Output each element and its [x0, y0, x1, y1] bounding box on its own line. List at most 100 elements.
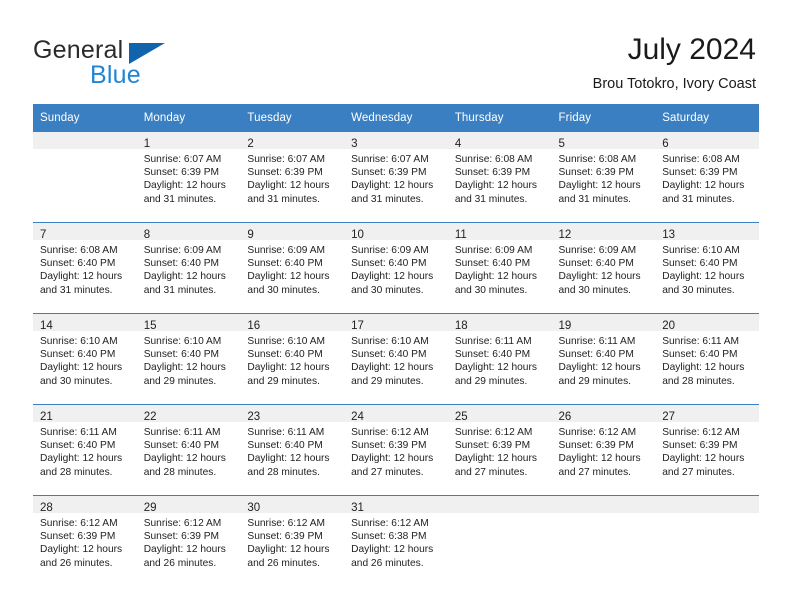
calendar-day-cell[interactable]: 13 Sunrise: 6:10 AM Sunset: 6:40 PM Dayligh…: [655, 222, 759, 314]
calendar-day-cell[interactable]: 27 Sunrise: 6:12 AM Sunset: 6:39 PM Dayligh…: [655, 404, 759, 496]
daylight-text-line2: and 26 minutes.: [40, 557, 113, 569]
day-number: 29: [143, 502, 157, 514]
calendar-day-cell[interactable]: 31 Sunrise: 6:12 AM Sunset: 6:38 PM Dayligh…: [344, 495, 448, 586]
daylight-text-line2: and 28 minutes.: [143, 466, 217, 478]
sunset-text: Sunset: 6:38 PM: [351, 531, 427, 543]
page-header: General Blue July 2024 Brou Totokro, Ivo…: [0, 0, 792, 104]
daylight-text-line1: Daylight: 12 hours: [351, 362, 434, 374]
day-number-band: 3: [344, 132, 448, 150]
day-number-band: 30: [240, 496, 345, 514]
daylight-text-line2: and 29 minutes.: [247, 375, 320, 387]
day-number: 26: [558, 411, 572, 423]
sunrise-text: Sunrise: 6:08 AM: [40, 245, 118, 256]
calendar-day-cell[interactable]: 30 Sunrise: 6:12 AM Sunset: 6:39 PM Dayligh…: [240, 495, 345, 586]
sunset-text: Sunset: 6:40 PM: [558, 258, 634, 270]
sunrise-text: Sunrise: 6:11 AM: [454, 336, 532, 347]
daylight-text-line1: Daylight: 12 hours: [247, 362, 330, 374]
calendar-day-cell[interactable]: 17 Sunrise: 6:10 AM Sunset: 6:40 PM Dayligh…: [344, 313, 448, 405]
daylight-text-line2: and 27 minutes.: [558, 466, 632, 478]
day-number-band: 27: [655, 405, 759, 423]
day-detail: Sunrise: 6:11 AM Sunset: 6:40 PM Daylight:…: [137, 422, 241, 479]
calendar-page: General Blue July 2024 Brou Totokro, Ivo…: [0, 0, 792, 612]
calendar-day-cell[interactable]: 2 Sunrise: 6:07 AM Sunset: 6:39 PM Daylight…: [240, 132, 345, 223]
day-number: 14: [40, 320, 53, 332]
daylight-text-line1: Daylight: 12 hours: [143, 271, 226, 283]
calendar-day-cell[interactable]: 21 Sunrise: 6:11 AM Sunset: 6:40 PM Dayligh…: [33, 404, 137, 496]
day-number: 15: [143, 320, 157, 332]
day-detail: Sunrise: 6:10 AM Sunset: 6:40 PM Daylight:…: [344, 331, 448, 388]
calendar-day-cell[interactable]: 18 Sunrise: 6:11 AM Sunset: 6:40 PM Dayligh…: [447, 313, 552, 405]
calendar-day-cell[interactable]: 19 Sunrise: 6:11 AM Sunset: 6:40 PM Dayligh…: [551, 313, 656, 405]
calendar-day-cell[interactable]: 4 Sunrise: 6:08 AM Sunset: 6:39 PM Daylight…: [447, 132, 552, 223]
sunrise-text: Sunrise: 6:12 AM: [247, 518, 325, 529]
day-detail: Sunrise: 6:10 AM Sunset: 6:40 PM Daylight:…: [137, 331, 241, 388]
daylight-text-line2: and 28 minutes.: [40, 466, 113, 478]
sunrise-text: Sunrise: 6:12 AM: [351, 427, 429, 438]
sunrise-text: Sunrise: 6:11 AM: [247, 427, 325, 438]
calendar-day-cell[interactable]: 20 Sunrise: 6:11 AM Sunset: 6:40 PM Dayligh…: [655, 313, 759, 405]
day-detail: Sunrise: 6:11 AM Sunset: 6:40 PM Daylight:…: [240, 422, 344, 479]
day-number: 1: [143, 138, 151, 150]
calendar-day-cell[interactable]: 22 Sunrise: 6:11 AM Sunset: 6:40 PM Dayligh…: [136, 404, 241, 496]
general-blue-logo[interactable]: General Blue: [33, 36, 253, 89]
day-number-band: 17: [344, 314, 448, 332]
sunset-text: Sunset: 6:40 PM: [143, 440, 220, 452]
title-block: July 2024 Brou Totokro, Ivory Coast: [593, 32, 756, 93]
sunrise-text: Sunrise: 6:10 AM: [143, 336, 222, 347]
day-number-band: 9: [240, 223, 345, 241]
calendar-day-cell[interactable]: 15 Sunrise: 6:10 AM Sunset: 6:40 PM Dayligh…: [136, 313, 241, 405]
calendar-day-cell[interactable]: 10 Sunrise: 6:09 AM Sunset: 6:40 PM Dayligh…: [344, 222, 448, 314]
daylight-text-line1: Daylight: 12 hours: [662, 180, 745, 192]
day-detail: Sunrise: 6:12 AM Sunset: 6:38 PM Daylight:…: [344, 513, 448, 570]
calendar-week-row: 7 Sunrise: 6:08 AM Sunset: 6:40 PM Daylight…: [33, 222, 759, 314]
calendar-day-cell[interactable]: 11 Sunrise: 6:09 AM Sunset: 6:40 PM Dayligh…: [447, 222, 552, 314]
calendar-day-cell[interactable]: 12 Sunrise: 6:09 AM Sunset: 6:40 PM Dayligh…: [551, 222, 656, 314]
day-detail: Sunrise: 6:10 AM Sunset: 6:40 PM Daylight:…: [655, 240, 759, 297]
sunset-text: Sunset: 6:39 PM: [351, 440, 427, 452]
calendar-day-cell[interactable]: 25 Sunrise: 6:12 AM Sunset: 6:39 PM Dayligh…: [447, 404, 552, 496]
calendar-week-row: 1 Sunrise: 6:07 AM Sunset: 6:39 PM Daylight…: [33, 132, 759, 223]
day-detail: Sunrise: 6:09 AM Sunset: 6:40 PM Daylight:…: [344, 240, 448, 297]
sunset-text: Sunset: 6:40 PM: [40, 258, 116, 270]
day-detail: Sunrise: 6:08 AM Sunset: 6:39 PM Daylight:…: [655, 149, 759, 206]
calendar-day-cell[interactable]: 1 Sunrise: 6:07 AM Sunset: 6:39 PM Daylight…: [136, 132, 241, 223]
sunset-text: Sunset: 6:39 PM: [351, 167, 427, 179]
calendar-day-cell[interactable]: 8 Sunrise: 6:09 AM Sunset: 6:40 PM Daylight…: [136, 222, 241, 314]
calendar-day-cell[interactable]: 5 Sunrise: 6:08 AM Sunset: 6:39 PM Daylight…: [551, 132, 656, 223]
day-detail: Sunrise: 6:11 AM Sunset: 6:40 PM Daylight:…: [448, 331, 552, 388]
calendar-day-cell[interactable]: 7 Sunrise: 6:08 AM Sunset: 6:40 PM Daylight…: [33, 222, 137, 314]
calendar-day-cell[interactable]: 26 Sunrise: 6:12 AM Sunset: 6:39 PM Dayligh…: [551, 404, 656, 496]
day-number-band: 10: [344, 223, 448, 241]
day-number: 9: [247, 229, 254, 241]
calendar-day-cell[interactable]: 28 Sunrise: 6:12 AM Sunset: 6:39 PM Dayligh…: [33, 495, 137, 586]
calendar-day-cell[interactable]: 24 Sunrise: 6:12 AM Sunset: 6:39 PM Dayligh…: [344, 404, 448, 496]
day-detail: Sunrise: 6:08 AM Sunset: 6:39 PM Daylight:…: [552, 149, 656, 206]
daylight-text-line2: and 31 minutes.: [247, 193, 320, 205]
day-number: 13: [662, 229, 676, 241]
sunset-text: Sunset: 6:39 PM: [40, 531, 116, 543]
day-number-band: 29: [136, 496, 241, 514]
calendar-day-cell[interactable]: 29 Sunrise: 6:12 AM Sunset: 6:39 PM Dayligh…: [136, 495, 241, 586]
page-title: July 2024: [627, 33, 756, 66]
calendar-day-cell[interactable]: 23 Sunrise: 6:11 AM Sunset: 6:40 PM Dayligh…: [240, 404, 345, 496]
sunset-text: Sunset: 6:40 PM: [454, 349, 531, 361]
sunrise-text: Sunrise: 6:12 AM: [454, 427, 533, 438]
daylight-text-line1: Daylight: 12 hours: [351, 544, 434, 556]
day-number: 5: [558, 138, 565, 150]
day-detail: Sunrise: 6:08 AM Sunset: 6:40 PM Daylight:…: [33, 240, 137, 297]
daylight-text-line2: and 27 minutes.: [454, 466, 528, 478]
calendar-day-cell[interactable]: 14 Sunrise: 6:10 AM Sunset: 6:40 PM Dayligh…: [33, 313, 137, 405]
day-number-band: 4: [447, 132, 552, 150]
logo-text-blue: Blue: [90, 61, 141, 89]
calendar-day-cell[interactable]: 6 Sunrise: 6:08 AM Sunset: 6:39 PM Daylight…: [655, 132, 759, 223]
weekday-header-row: Sunday Monday Tuesday Wednesday Thursday…: [33, 104, 759, 132]
day-number: 20: [662, 320, 676, 332]
calendar-day-cell[interactable]: 16 Sunrise: 6:10 AM Sunset: 6:40 PM Dayligh…: [240, 313, 345, 405]
sunrise-text: Sunrise: 6:07 AM: [351, 154, 429, 165]
calendar-day-cell[interactable]: 3 Sunrise: 6:07 AM Sunset: 6:39 PM Daylight…: [344, 132, 448, 223]
daylight-text-line1: Daylight: 12 hours: [351, 271, 434, 283]
sunrise-text: Sunrise: 6:09 AM: [351, 245, 429, 256]
day-number: 12: [558, 229, 572, 241]
calendar-day-cell[interactable]: 9 Sunrise: 6:09 AM Sunset: 6:40 PM Daylight…: [240, 222, 345, 314]
daylight-text-line1: Daylight: 12 hours: [247, 544, 330, 556]
